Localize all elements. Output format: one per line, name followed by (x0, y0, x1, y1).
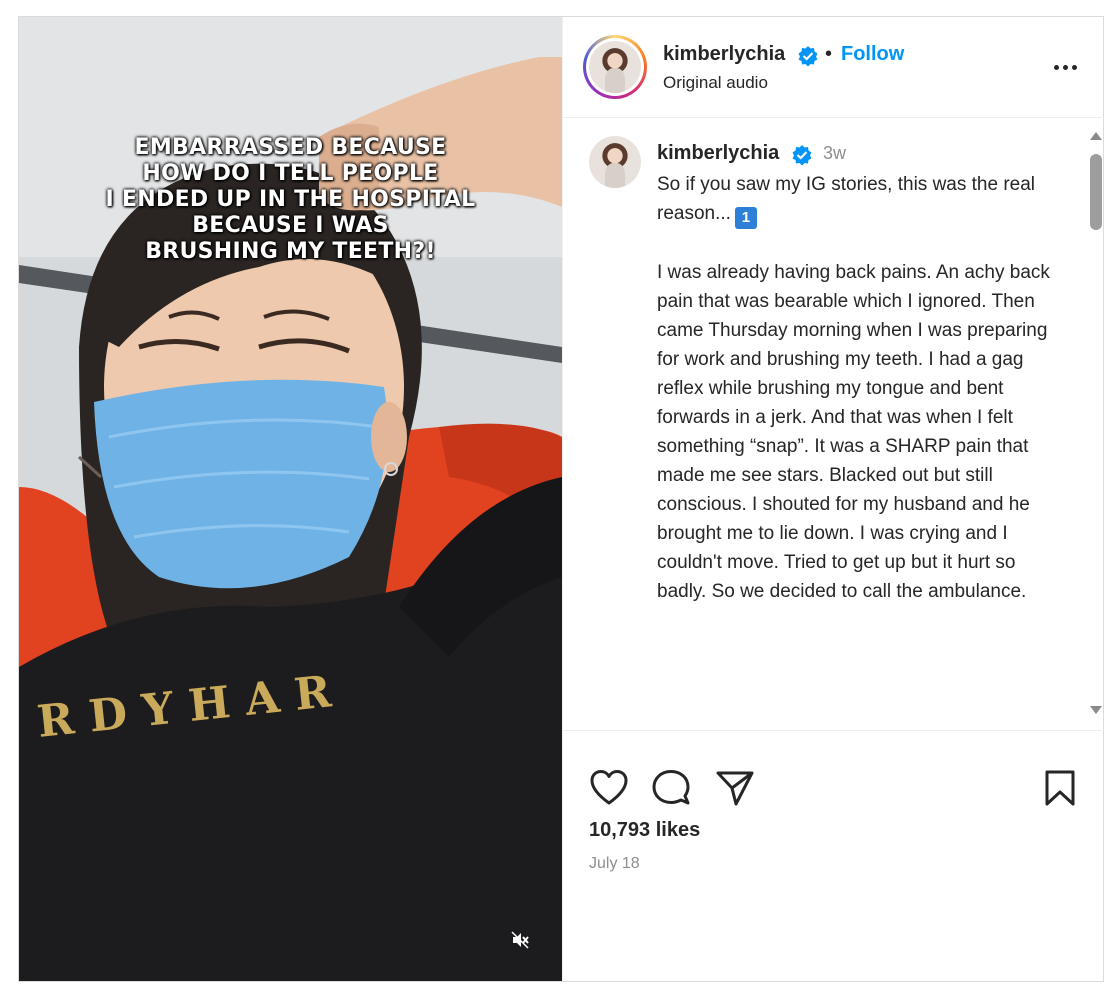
caption-paragraph: I was already having back pains. An achy… (657, 262, 1050, 602)
caption-intro: So if you saw my IG stories, this was th… (657, 174, 1036, 224)
post-actions: 10,793 likes July 18 (563, 731, 1104, 981)
more-icon (1053, 64, 1059, 70)
comment-icon[interactable] (651, 769, 691, 807)
caption-scrollbar[interactable] (1086, 128, 1104, 718)
post-video[interactable]: R D Y H A R EMBARRASSED BECAUSE HOW DO I… (19, 17, 562, 981)
heart-icon[interactable] (589, 769, 629, 807)
author-username[interactable]: kimberlychia (663, 43, 785, 66)
post-dialog: R D Y H A R EMBARRASSED BECAUSE HOW DO I… (18, 16, 1104, 982)
overlay-line: I ENDED UP IN THE HOSPITAL (105, 187, 476, 212)
story-ring[interactable] (583, 35, 647, 99)
bookmark-icon[interactable] (1043, 769, 1077, 807)
like-count[interactable]: 10,793 likes (589, 819, 700, 842)
post-age[interactable]: 3w (823, 143, 846, 164)
overlay-line: BRUSHING MY TEETH?! (145, 239, 436, 264)
scroll-down-arrow[interactable] (1090, 706, 1102, 714)
avatar[interactable] (589, 136, 641, 188)
overlay-line: HOW DO I TELL PEOPLE (142, 161, 439, 186)
post-header: kimberlychia • Follow Original audio (563, 17, 1104, 118)
audio-label[interactable]: Original audio (663, 73, 768, 93)
scroll-up-arrow[interactable] (1090, 132, 1102, 140)
separator-dot: • (825, 43, 833, 65)
keycap-one-emoji: 1 (734, 207, 757, 229)
overlay-line: BECAUSE I WAS (192, 213, 389, 238)
overlay-line: EMBARRASSED BECAUSE (134, 135, 447, 160)
follow-button[interactable]: Follow (841, 43, 904, 66)
caption-username[interactable]: kimberlychia (657, 142, 779, 165)
verified-icon (792, 145, 812, 166)
mute-icon (511, 931, 529, 949)
mute-toggle-button[interactable] (505, 925, 535, 955)
avatar (589, 41, 641, 93)
caption-text: So if you saw my IG stories, this was th… (657, 170, 1057, 606)
post-details-panel: kimberlychia • Follow Original audio kim… (562, 17, 1104, 981)
caption-section: kimberlychia 3w So if you saw my IG stor… (563, 118, 1104, 731)
scroll-thumb[interactable] (1090, 154, 1102, 230)
video-text-overlay: EMBARRASSED BECAUSE HOW DO I TELL PEOPLE… (19, 135, 562, 265)
verified-icon (798, 46, 818, 67)
more-options-button[interactable] (1045, 57, 1085, 77)
share-icon[interactable] (715, 769, 755, 807)
post-date[interactable]: July 18 (589, 855, 640, 873)
